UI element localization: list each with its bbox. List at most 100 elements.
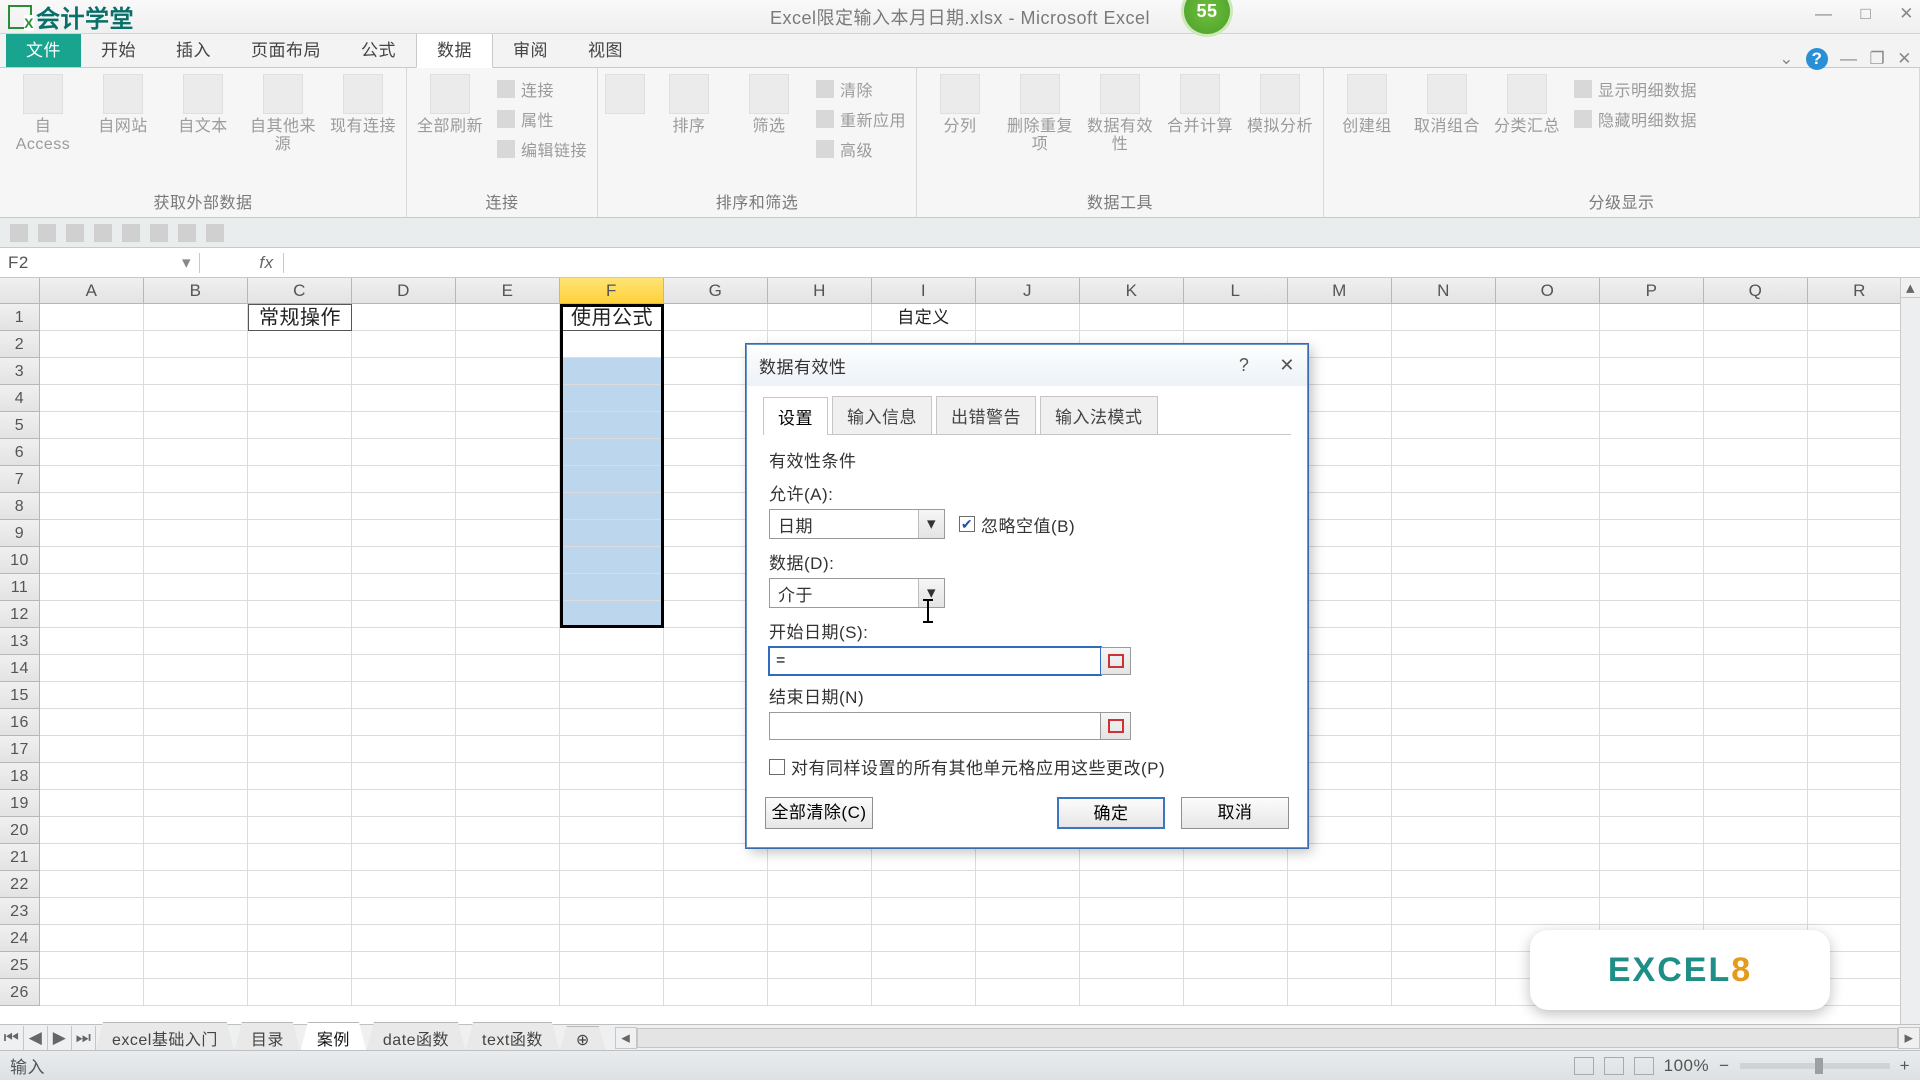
cell[interactable] xyxy=(40,952,144,979)
cell[interactable] xyxy=(1288,925,1392,952)
row-header[interactable]: 4 xyxy=(0,385,40,412)
cell[interactable] xyxy=(456,493,560,520)
cell[interactable] xyxy=(1392,493,1496,520)
cell[interactable] xyxy=(144,385,248,412)
cell[interactable] xyxy=(1600,655,1704,682)
zoom-out-button[interactable]: − xyxy=(1719,1056,1729,1076)
cell[interactable] xyxy=(1392,547,1496,574)
cell[interactable] xyxy=(40,493,144,520)
cell[interactable] xyxy=(144,655,248,682)
dropdown-arrow-icon[interactable]: ▾ xyxy=(918,579,944,607)
cell[interactable] xyxy=(144,736,248,763)
row-header[interactable]: 11 xyxy=(0,574,40,601)
cell[interactable] xyxy=(560,871,664,898)
cell[interactable] xyxy=(1704,385,1808,412)
cell[interactable] xyxy=(1392,439,1496,466)
view-layout-icon[interactable] xyxy=(1604,1057,1624,1075)
cell[interactable] xyxy=(144,898,248,925)
cell[interactable] xyxy=(40,358,144,385)
cell[interactable] xyxy=(1600,493,1704,520)
cell[interactable] xyxy=(1496,871,1600,898)
cell[interactable] xyxy=(664,304,768,331)
cell[interactable] xyxy=(456,466,560,493)
btn-advanced-filter[interactable]: 高级 xyxy=(816,134,906,164)
cell[interactable] xyxy=(1704,304,1808,331)
cell[interactable] xyxy=(1080,898,1184,925)
btn-consolidate[interactable]: 合并计算 xyxy=(1167,74,1233,136)
cell[interactable] xyxy=(768,871,872,898)
cell[interactable] xyxy=(40,412,144,439)
cell[interactable] xyxy=(1288,898,1392,925)
row-header[interactable]: 15 xyxy=(0,682,40,709)
cell[interactable] xyxy=(352,682,456,709)
column-header[interactable]: L xyxy=(1184,278,1288,303)
cell[interactable] xyxy=(248,493,352,520)
cell[interactable] xyxy=(1808,682,1912,709)
cell[interactable] xyxy=(1704,871,1808,898)
cell[interactable] xyxy=(248,979,352,1006)
cell[interactable] xyxy=(248,736,352,763)
dialog-titlebar[interactable]: 数据有效性 ? ✕ xyxy=(747,345,1307,386)
cell[interactable] xyxy=(144,763,248,790)
zoom-slider[interactable] xyxy=(1740,1063,1890,1069)
cell[interactable] xyxy=(144,601,248,628)
cell[interactable] xyxy=(1704,736,1808,763)
cell[interactable] xyxy=(352,493,456,520)
tab-layout[interactable]: 页面布局 xyxy=(231,30,341,67)
cell[interactable] xyxy=(352,385,456,412)
cell[interactable] xyxy=(144,682,248,709)
cell[interactable] xyxy=(248,817,352,844)
cell[interactable] xyxy=(1392,898,1496,925)
cell[interactable] xyxy=(1080,871,1184,898)
cell[interactable] xyxy=(1704,844,1808,871)
qat-item[interactable] xyxy=(178,224,196,242)
cell[interactable] xyxy=(872,925,976,952)
dialog-help-icon[interactable]: ? xyxy=(1239,355,1250,376)
cell[interactable] xyxy=(664,952,768,979)
row-header[interactable]: 7 xyxy=(0,466,40,493)
cell[interactable] xyxy=(560,898,664,925)
cell[interactable] xyxy=(1392,682,1496,709)
cell[interactable] xyxy=(1496,763,1600,790)
tab-home[interactable]: 开始 xyxy=(81,30,156,67)
tab-error-alert[interactable]: 出错警告 xyxy=(936,396,1036,434)
cell[interactable] xyxy=(1600,628,1704,655)
cell[interactable] xyxy=(1808,709,1912,736)
cell[interactable] xyxy=(1080,304,1184,331)
row-header[interactable]: 23 xyxy=(0,898,40,925)
cell[interactable] xyxy=(1288,844,1392,871)
zoom-thumb[interactable] xyxy=(1815,1058,1823,1074)
cell[interactable] xyxy=(560,844,664,871)
help-icon[interactable]: ? xyxy=(1806,48,1828,70)
cell[interactable] xyxy=(456,439,560,466)
row-header[interactable]: 24 xyxy=(0,925,40,952)
doc-close-icon[interactable]: ✕ xyxy=(1897,49,1912,69)
column-header[interactable]: C xyxy=(248,278,352,303)
btn-reapply[interactable]: 重新应用 xyxy=(816,104,906,134)
cell[interactable] xyxy=(1704,412,1808,439)
cell[interactable] xyxy=(248,925,352,952)
cell[interactable] xyxy=(560,547,664,574)
dialog-close-icon[interactable]: ✕ xyxy=(1279,355,1295,376)
cell[interactable] xyxy=(352,547,456,574)
cell[interactable] xyxy=(976,898,1080,925)
cell[interactable] xyxy=(248,520,352,547)
row-header[interactable]: 6 xyxy=(0,439,40,466)
cell[interactable] xyxy=(1288,979,1392,1006)
cell[interactable] xyxy=(664,979,768,1006)
cell[interactable] xyxy=(560,655,664,682)
cell[interactable] xyxy=(1600,601,1704,628)
cell[interactable] xyxy=(1808,601,1912,628)
cell[interactable] xyxy=(1600,682,1704,709)
cell[interactable] xyxy=(1496,898,1600,925)
cell[interactable] xyxy=(664,871,768,898)
btn-from-access[interactable]: 自 Access xyxy=(10,74,76,153)
cell[interactable] xyxy=(456,763,560,790)
cell[interactable] xyxy=(40,925,144,952)
cell[interactable] xyxy=(560,952,664,979)
start-date-input[interactable] xyxy=(769,647,1101,675)
cell[interactable] xyxy=(352,709,456,736)
tab-insert[interactable]: 插入 xyxy=(156,30,231,67)
cell[interactable] xyxy=(1496,331,1600,358)
cell[interactable] xyxy=(1392,574,1496,601)
